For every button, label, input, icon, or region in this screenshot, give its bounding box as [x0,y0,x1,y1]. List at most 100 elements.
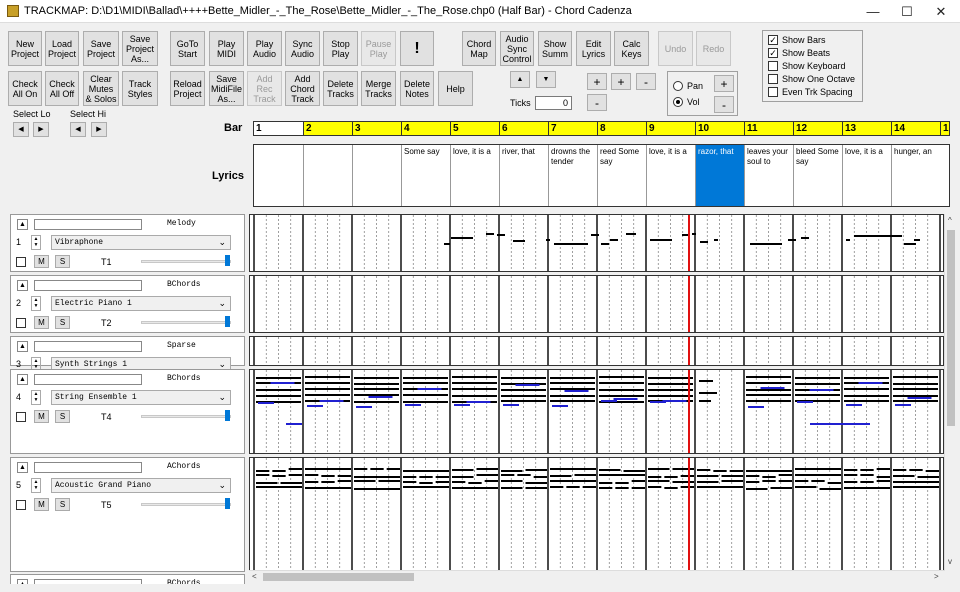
lyric-cell[interactable] [352,145,401,206]
midi-note[interactable] [307,405,323,407]
midi-note[interactable] [795,474,841,476]
midi-note[interactable] [746,376,791,378]
track-note-field[interactable] [34,219,142,230]
midi-note[interactable] [550,400,595,402]
volume-slider-thumb[interactable] [225,498,230,509]
midi-note[interactable] [810,423,870,425]
midi-note[interactable] [501,480,523,482]
help-button[interactable]: Help [438,71,473,106]
chord-map-button[interactable]: Chord Map [462,31,496,66]
volume-slider[interactable] [141,321,231,324]
midi-note[interactable] [550,468,596,470]
midi-note[interactable] [525,469,548,471]
midi-note[interactable] [700,241,708,243]
even-trk-spacing-option[interactable]: Even Trk Spacing [768,86,866,98]
lyric-cell[interactable]: love, it is a [842,145,891,206]
show-summ-button[interactable]: Show Summ [538,31,572,66]
midi-note[interactable] [699,400,711,402]
midi-note[interactable] [305,394,350,396]
new-project-button[interactable]: New Project [8,31,42,66]
track-number-spinner[interactable]: ▲ ▼ [31,235,41,250]
edit-lyrics-button[interactable]: Edit Lyrics [576,31,611,66]
midi-note[interactable] [746,488,768,490]
reload-project-button[interactable]: Reload Project [170,71,205,106]
midi-note[interactable] [305,376,350,378]
midi-note[interactable] [795,486,817,488]
midi-note[interactable] [337,480,351,482]
midi-note[interactable] [272,470,286,472]
delete-notes-button[interactable]: Delete Notes [400,71,434,106]
instrument-select[interactable]: Vibraphone ⌄ [51,235,231,250]
midi-note[interactable] [501,400,546,402]
merge-tracks-button[interactable]: Merge Tracks [361,71,396,106]
midi-note[interactable] [554,243,588,245]
track-lane[interactable] [249,369,944,454]
midi-note[interactable] [435,481,449,483]
lyric-cell[interactable]: love, it is a [450,145,499,206]
midi-note[interactable] [844,469,858,471]
clear-mutes-solos-button[interactable]: Clear Mutes & Solos [83,71,119,106]
midi-note[interactable] [893,388,938,390]
vol-radio[interactable] [673,97,683,107]
midi-note[interactable] [454,404,470,406]
track-number-spinner[interactable]: ▲ ▼ [31,390,41,405]
midi-note[interactable] [746,470,792,472]
midi-note[interactable] [288,468,302,470]
track-number-spinner[interactable]: ▲ ▼ [31,296,41,311]
minimize-button[interactable]: — [856,0,890,23]
midi-note[interactable] [895,404,911,406]
midi-note[interactable] [615,482,629,484]
plus-button-2[interactable]: + [611,73,631,90]
midi-note[interactable] [795,468,841,470]
track-styles-button[interactable]: Track Styles [122,71,158,106]
vertical-scroll-thumb[interactable] [947,230,955,426]
midi-note[interactable] [893,486,939,488]
midi-note[interactable] [403,481,417,483]
midi-note[interactable] [354,383,399,385]
lyric-cell[interactable]: bleed Some say [793,145,842,206]
instrument-select[interactable]: Acoustic Grand Piano ⌄ [51,478,231,493]
midi-note[interactable] [809,389,834,391]
mute-button[interactable]: M [34,410,49,423]
bar-number[interactable]: 13 [842,122,891,135]
midi-note[interactable] [907,397,932,399]
midi-note[interactable] [846,404,862,406]
midi-note[interactable] [552,405,568,407]
midi-note[interactable] [599,395,644,397]
midi-note[interactable] [601,243,609,245]
ticks-down-button[interactable]: ▼ [536,71,556,88]
midi-note[interactable] [419,476,433,478]
midi-note[interactable] [599,376,644,378]
midi-note[interactable] [354,468,368,470]
track-lane[interactable] [249,457,944,571]
midi-note[interactable] [305,474,319,476]
midi-note[interactable] [599,389,644,391]
midi-note[interactable] [762,476,776,478]
exclaim-button[interactable]: ! [400,31,434,66]
check-all-on-button[interactable]: Check All On [8,71,42,106]
midi-note[interactable] [288,474,302,476]
midi-note[interactable] [893,400,938,402]
midi-note[interactable] [452,376,497,378]
midi-note[interactable] [386,468,400,470]
midi-note[interactable] [354,480,376,482]
midi-note[interactable] [513,240,525,242]
scroll-right-arrow[interactable]: > [934,572,939,581]
stop-play-button[interactable]: Stop Play [323,31,358,66]
midi-note[interactable] [356,406,372,408]
midi-note[interactable] [664,476,678,478]
show-keyboard-checkbox[interactable] [768,61,778,71]
midi-note[interactable] [778,474,792,476]
instrument-select[interactable]: Electric Piano 1 ⌄ [51,296,231,311]
midi-note[interactable] [574,474,597,476]
horizontal-scroll-thumb[interactable] [263,573,414,581]
midi-note[interactable] [925,470,939,472]
midi-note[interactable] [403,476,417,478]
midi-note[interactable] [680,475,694,477]
midi-note[interactable] [280,482,303,484]
midi-note[interactable] [564,390,589,392]
horizontal-scrollbar[interactable]: < > [249,570,944,583]
midi-note[interactable] [525,487,548,489]
midi-note[interactable] [452,388,497,390]
midi-note[interactable] [746,382,791,384]
